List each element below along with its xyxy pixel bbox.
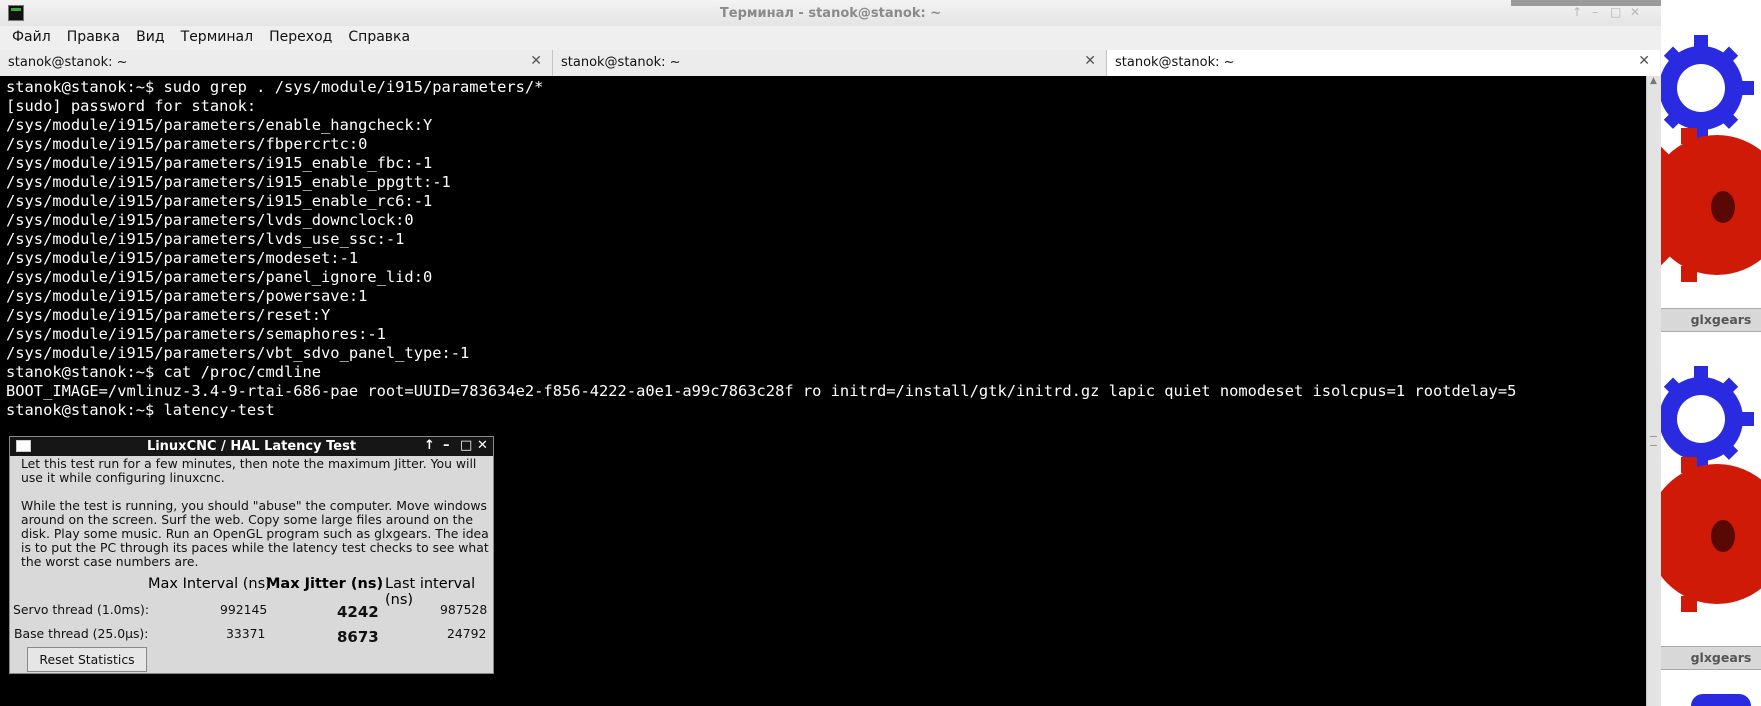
glxgears-render-2 <box>1661 366 1761 612</box>
dialog-maximize-icon[interactable]: □ <box>460 438 472 453</box>
terminal-line: /sys/module/i915/parameters/powersave:1 <box>6 287 368 305</box>
reset-statistics-button[interactable]: Reset Statistics <box>27 647 147 672</box>
terminal-line: /sys/module/i915/parameters/i915_enable_… <box>6 154 433 172</box>
tab-3-label: stanok@stanok: ~ <box>1115 55 1235 70</box>
base-max-jitter: 8673 <box>337 628 379 646</box>
scrollbar-grip-icon[interactable] <box>1650 436 1657 446</box>
dialog-instructions: Let this test run for a few minutes, the… <box>21 457 493 569</box>
glxgears-titlebar-2[interactable]: glxgears <box>1661 646 1761 670</box>
terminal-line: /sys/module/i915/parameters/i915_enable_… <box>6 173 451 191</box>
dialog-titlebar[interactable]: LinuxCNC / HAL Latency Test ↑ – □ ✕ <box>10 437 493 456</box>
window-title: Терминал - stanok@stanok: ~ <box>719 6 942 21</box>
glxgears-background-area: glxgears glxgears <box>1511 0 1761 706</box>
terminal-line: /sys/module/i915/parameters/semaphores:-… <box>6 325 386 343</box>
terminal-line: /sys/module/i915/parameters/enable_hangc… <box>6 116 433 134</box>
blue-gear-partial-icon <box>1691 694 1751 706</box>
terminal-scrollbar[interactable]: ▲ <box>1646 76 1661 706</box>
terminal-output: stanok@stanok:~$ sudo grep . /sys/module… <box>0 76 1647 420</box>
menu-help[interactable]: Справка <box>342 26 415 45</box>
glxgears-label-2: glxgears <box>1690 650 1752 665</box>
terminal-line: /sys/module/i915/parameters/fbpercrtc:0 <box>6 135 368 153</box>
tab-2-close-icon[interactable]: ✕ <box>1084 53 1096 69</box>
red-gear-icon <box>1661 128 1761 282</box>
terminal-line: stanok@stanok:~$ cat /proc/cmdline <box>6 363 322 381</box>
menu-go[interactable]: Переход <box>263 26 337 45</box>
servo-max-jitter: 4242 <box>337 603 379 621</box>
background-title-strip <box>1511 0 1661 6</box>
tab-1[interactable]: stanok@stanok: ~ ✕ <box>0 50 553 76</box>
tab-2-label: stanok@stanok: ~ <box>561 55 681 70</box>
blue-gear-icon <box>1661 366 1754 472</box>
terminal-line: stanok@stanok:~$ latency-test <box>6 401 275 419</box>
glxgears-window-2[interactable] <box>1661 334 1761 652</box>
instructions-para-1: Let this test run for a few minutes, the… <box>21 456 477 485</box>
base-last-interval: 24792 <box>447 626 487 641</box>
terminal-line: /sys/module/i915/parameters/modeset:-1 <box>6 249 359 267</box>
terminal-titlebar[interactable]: Терминал - stanok@stanok: ~ ↑ – □ ✕ <box>0 0 1661 27</box>
dialog-ontop-icon[interactable]: ↑ <box>424 438 435 453</box>
servo-thread-label: Servo thread (1.0ms): <box>13 602 150 617</box>
glxgears-titlebar-1[interactable]: glxgears <box>1661 308 1761 332</box>
tab-bar: stanok@stanok: ~ ✕ stanok@stanok: ~ ✕ st… <box>0 50 1661 77</box>
red-gear-icon <box>1661 457 1761 612</box>
terminal-line: stanok@stanok:~$ sudo grep . /sys/module… <box>6 78 544 96</box>
tab-1-close-icon[interactable]: ✕ <box>530 53 542 69</box>
dialog-title: LinuxCNC / HAL Latency Test <box>146 439 357 454</box>
menu-file[interactable]: Файл <box>6 26 56 45</box>
header-max-jitter: Max Jitter (ns) <box>266 576 384 592</box>
header-max-interval: Max Interval (ns) <box>148 576 271 592</box>
terminal-line: BOOT_IMAGE=/vmlinuz-3.4-9-rtai-686-pae r… <box>6 382 1517 400</box>
terminal-line: /sys/module/i915/parameters/panel_ignore… <box>6 268 433 286</box>
servo-last-interval: 987528 <box>440 602 488 617</box>
menu-terminal[interactable]: Терминал <box>175 26 258 45</box>
tab-1-label: stanok@stanok: ~ <box>8 55 128 70</box>
tab-2[interactable]: stanok@stanok: ~ ✕ <box>553 50 1107 76</box>
terminal-line: [sudo] password for stanok: <box>6 97 257 115</box>
tab-3-close-icon[interactable]: ✕ <box>1638 53 1650 69</box>
menu-bar: Файл Правка Вид Терминал Переход Справка <box>0 26 1661 50</box>
scroll-up-arrow-icon[interactable]: ▲ <box>1650 76 1657 86</box>
latency-test-dialog: LinuxCNC / HAL Latency Test ↑ – □ ✕ Let … <box>9 436 494 674</box>
base-thread-label: Base thread (25.0µs): <box>14 626 149 641</box>
close-icon[interactable]: ✕ <box>1630 5 1640 19</box>
glxgears-label-1: glxgears <box>1690 312 1752 327</box>
servo-max-interval: 992145 <box>220 602 268 617</box>
dialog-close-icon[interactable]: ✕ <box>477 438 488 453</box>
maximize-icon[interactable]: □ <box>1610 5 1621 19</box>
minimize-icon[interactable]: – <box>1592 5 1598 19</box>
glxgears-render-1 <box>1661 35 1761 282</box>
blue-gear-icon <box>1661 35 1754 141</box>
glxgears-window-1[interactable] <box>1661 0 1761 303</box>
instructions-para-2: While the test is running, you should "a… <box>21 498 489 569</box>
terminal-line: /sys/module/i915/parameters/reset:Y <box>6 306 331 324</box>
terminal-line: /sys/module/i915/parameters/i915_enable_… <box>6 192 433 210</box>
menu-view[interactable]: Вид <box>130 26 169 45</box>
tab-3[interactable]: stanok@stanok: ~ ✕ <box>1107 50 1660 76</box>
dialog-minimize-icon[interactable]: – <box>443 438 450 453</box>
terminal-line: /sys/module/i915/parameters/vbt_sdvo_pan… <box>6 344 470 362</box>
menu-edit[interactable]: Правка <box>61 26 125 45</box>
terminal-line: /sys/module/i915/parameters/lvds_downclo… <box>6 211 414 229</box>
terminal-line: /sys/module/i915/parameters/lvds_use_ssc… <box>6 230 405 248</box>
base-max-interval: 33371 <box>226 626 266 641</box>
always-on-top-icon[interactable]: ↑ <box>1572 5 1582 19</box>
